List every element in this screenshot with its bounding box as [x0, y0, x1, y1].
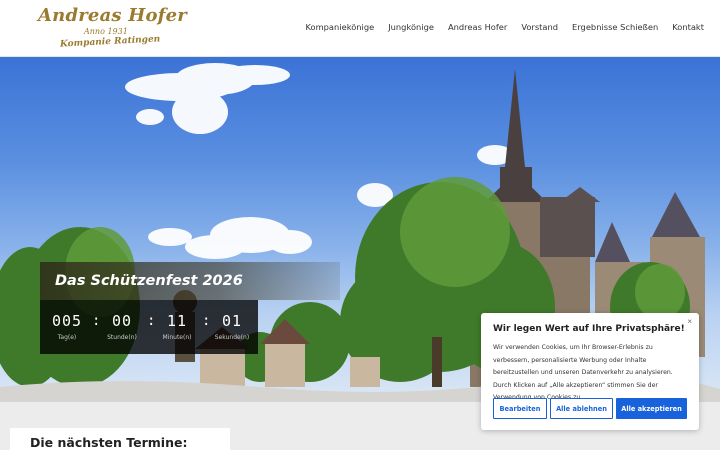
- countdown-seconds-value: 01: [221, 312, 243, 330]
- cookie-reject-button[interactable]: Alle ablehnen: [550, 398, 613, 419]
- cookie-consent-banner: × Wir legen Wert auf Ihre Privatsphäre! …: [481, 313, 699, 430]
- countdown-minutes: 11 Minute(n): [154, 312, 200, 341]
- countdown-minutes-label: Minute(n): [162, 334, 192, 341]
- countdown-title-box: Das Schützenfest 2026: [40, 262, 340, 300]
- nav-item-jungkoenige[interactable]: Jungkönige: [388, 22, 434, 32]
- logo-line-3: Kompanie Ratingen: [59, 34, 161, 50]
- countdown-days-value: 005: [51, 312, 83, 330]
- nav-item-kompaniekoenige[interactable]: Kompaniekönige: [305, 22, 374, 32]
- countdown-title: Das Schützenfest 2026: [55, 273, 243, 289]
- nav-item-ergebnisse-schiessen[interactable]: Ergebnisse Schießen: [572, 22, 658, 32]
- termine-heading: Die nächsten Termine:: [30, 435, 188, 450]
- countdown-hours-value: 00: [111, 312, 133, 330]
- cookie-customize-button[interactable]: Bearbeiten: [493, 398, 547, 419]
- cookie-title: Wir legen Wert auf Ihre Privatsphäre!: [493, 324, 685, 334]
- countdown-timer: 005 Tag(e) : 00 Stunde(n) : 11 Minute(n)…: [40, 300, 258, 354]
- cookie-description: Wir verwenden Cookies, um Ihr Browser-Er…: [493, 344, 673, 401]
- site-logo[interactable]: Andreas Hofer Anno 1931 Kompanie Ratinge…: [36, 4, 187, 52]
- cookie-accept-button[interactable]: Alle akzeptieren: [616, 398, 687, 419]
- countdown-hours-label: Stunde(n): [107, 334, 137, 341]
- logo-line-1: Andreas Hofer: [38, 5, 187, 26]
- termine-card: Die nächsten Termine:: [10, 428, 230, 450]
- countdown-seconds-label: Sekunde(n): [214, 334, 250, 341]
- close-icon[interactable]: ×: [687, 317, 692, 326]
- nav-item-kontakt[interactable]: Kontakt: [672, 22, 704, 32]
- countdown-days-label: Tag(e): [57, 334, 77, 341]
- nav-item-andreas-hofer[interactable]: Andreas Hofer: [448, 22, 507, 32]
- main-nav: Kompaniekönige Jungkönige Andreas Hofer …: [305, 22, 704, 32]
- nav-item-vorstand[interactable]: Vorstand: [521, 22, 558, 32]
- countdown-days: 005 Tag(e): [44, 312, 90, 341]
- site-header: Andreas Hofer Anno 1931 Kompanie Ratinge…: [0, 0, 720, 57]
- countdown-hours: 00 Stunde(n): [99, 312, 145, 341]
- countdown-minutes-value: 11: [166, 312, 188, 330]
- countdown-seconds: 01 Sekunde(n): [209, 312, 255, 341]
- logo-line-2: Anno 1931: [84, 27, 128, 36]
